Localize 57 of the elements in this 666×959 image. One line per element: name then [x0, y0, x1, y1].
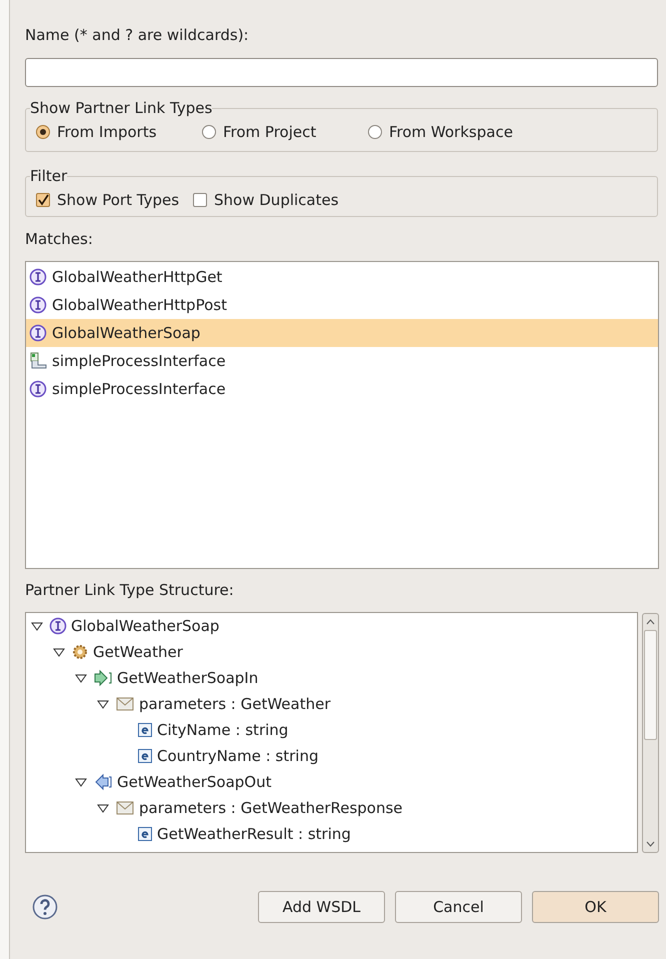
- tree-item[interactable]: parameters : GetWeather: [139, 692, 330, 716]
- option-label[interactable]: From Workspace: [389, 121, 513, 144]
- interface-icon: [29, 296, 47, 314]
- list-item[interactable]: simpleProcessInterface: [26, 375, 658, 403]
- help-icon[interactable]: [32, 894, 58, 920]
- interface-icon: [29, 380, 47, 398]
- element-icon: [137, 748, 153, 764]
- element-icon: [137, 826, 153, 842]
- list-item[interactable]: GlobalWeatherHttpGet: [26, 263, 658, 291]
- scrollbar[interactable]: [642, 613, 659, 853]
- input-arrow-icon: [93, 669, 113, 687]
- expand-icon[interactable]: [73, 778, 89, 786]
- dialog-button[interactable]: Cancel: [395, 891, 522, 923]
- name-field[interactable]: [25, 58, 658, 87]
- scroll-down-icon[interactable]: [646, 841, 655, 847]
- field-label: Name (* and ? are wildcards):: [25, 25, 249, 45]
- gear-icon: [71, 643, 89, 661]
- option-label[interactable]: From Project: [223, 121, 316, 144]
- dialog-button[interactable]: Add WSDL: [258, 891, 385, 923]
- tree-label: Partner Link Type Structure:: [25, 580, 234, 600]
- tree-item[interactable]: parameters : GetWeatherResponse: [139, 796, 403, 820]
- list-item[interactable]: GlobalWeatherSoap: [26, 319, 658, 347]
- tree-item[interactable]: GetWeather: [93, 640, 183, 664]
- checkbox[interactable]: [193, 193, 208, 208]
- option-label[interactable]: From Imports: [57, 121, 157, 144]
- list-label: Matches:: [25, 229, 93, 249]
- interface-icon: [49, 617, 67, 635]
- interface-icon: [29, 268, 47, 286]
- interface-icon: [29, 324, 47, 342]
- expand-icon[interactable]: [95, 700, 111, 708]
- list-item[interactable]: simpleProcessInterface: [26, 347, 658, 375]
- expand-icon[interactable]: [95, 804, 111, 812]
- tree-item[interactable]: CountryName : string: [157, 744, 318, 768]
- list-item[interactable]: GlobalWeatherHttpPost: [26, 291, 658, 319]
- checkbox[interactable]: [36, 193, 50, 208]
- process-icon: [29, 352, 47, 370]
- dialog-button[interactable]: OK: [532, 891, 659, 923]
- tree-item[interactable]: GlobalWeatherSoap: [71, 614, 220, 638]
- expand-icon[interactable]: [51, 648, 67, 656]
- radio-button[interactable]: [202, 125, 216, 140]
- option-label[interactable]: Show Duplicates: [214, 189, 339, 212]
- envelope-icon: [115, 799, 135, 817]
- scroll-up-icon[interactable]: [646, 619, 655, 625]
- expand-icon[interactable]: [73, 674, 89, 682]
- radio-button[interactable]: [36, 125, 50, 140]
- tree-item[interactable]: GetWeatherResult : string: [157, 822, 351, 846]
- element-icon: [137, 722, 153, 738]
- tree-item[interactable]: GetWeatherSoapIn: [117, 666, 258, 690]
- tree-item[interactable]: GetWeatherSoapOut: [117, 770, 272, 794]
- group-title: Filter: [30, 167, 68, 185]
- radio-button[interactable]: [368, 125, 382, 140]
- output-arrow-icon: [93, 773, 113, 791]
- envelope-icon: [115, 695, 135, 713]
- expand-icon[interactable]: [29, 622, 45, 630]
- option-label[interactable]: Show Port Types: [57, 189, 180, 212]
- group-title: Show Partner Link Types: [30, 99, 212, 117]
- tree-item[interactable]: CityName : string: [157, 718, 288, 742]
